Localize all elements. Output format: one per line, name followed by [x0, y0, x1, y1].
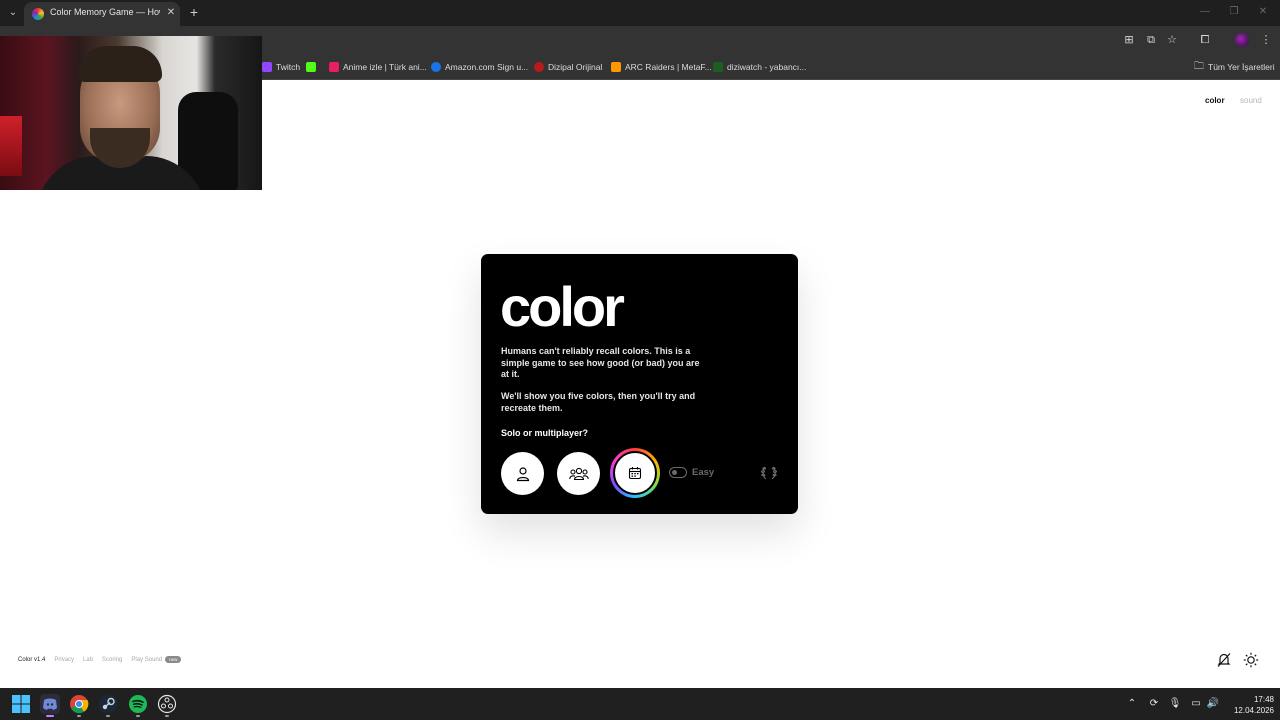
running-indicator	[106, 715, 110, 717]
bookmark-item[interactable]: diziwatch - yabancı...	[713, 60, 806, 74]
version-label: Color v1.4	[18, 656, 46, 663]
amazon-icon	[431, 62, 441, 72]
color-link[interactable]: color	[1205, 96, 1225, 105]
bookmark-item[interactable]: Twitch	[262, 60, 300, 74]
close-window-icon[interactable]: ✕	[1256, 4, 1270, 20]
running-indicator	[136, 715, 140, 717]
bookmark-label: Twitch	[276, 62, 301, 72]
tab-title: Color Memory Game — How W	[50, 7, 160, 17]
easy-mode-label: Easy	[692, 467, 715, 478]
new-tab-icon[interactable]: +	[186, 3, 202, 21]
daily-challenge-inner	[613, 451, 657, 495]
network-icon[interactable]: ▭	[1189, 697, 1203, 711]
game-title: color	[500, 275, 625, 338]
lab-link[interactable]: Lab	[83, 657, 93, 663]
new-badge: new	[165, 656, 182, 663]
clock-time: 17:48	[1253, 695, 1274, 704]
active-app-indicator	[46, 715, 54, 717]
users-group-icon	[568, 467, 589, 480]
steam-icon[interactable]	[98, 694, 118, 714]
running-indicator	[77, 715, 81, 717]
dizipal-icon	[534, 62, 544, 72]
solo-mode-button[interactable]	[501, 452, 544, 495]
bookmark-label: ARC Raiders | MetaF...	[625, 62, 712, 72]
arc-raiders-icon	[611, 62, 621, 72]
bookmark-label: Anime izle | Türk ani...	[343, 62, 427, 72]
obs-icon[interactable]	[157, 694, 177, 714]
webcam-overlay	[0, 36, 262, 190]
calendar-icon	[628, 467, 642, 480]
windows-taskbar: ⌃ ⟳ 🎙 ▭ 🔊 17:48 12.04.2026	[0, 688, 1280, 720]
system-clock[interactable]: 17:48 12.04.2026	[1224, 694, 1274, 716]
anime-site-icon	[329, 62, 339, 72]
bookmark-item[interactable]: ARC Raiders | MetaF...	[611, 60, 712, 74]
bookmark-item[interactable]: Anime izle | Türk ani...	[329, 60, 427, 74]
translate-icon[interactable]: ⊞	[1121, 32, 1137, 48]
bookmark-star-icon[interactable]: ☆	[1164, 32, 1180, 48]
bookmark-item[interactable]	[306, 60, 316, 74]
bookmark-label: Amazon.com Sign u...	[445, 62, 529, 72]
multiplayer-mode-button[interactable]	[557, 452, 600, 495]
sound-link[interactable]: sound	[1240, 96, 1262, 105]
bookmark-item[interactable]: Amazon.com Sign u...	[431, 60, 528, 74]
color-favicon-icon	[32, 8, 44, 20]
maximize-icon[interactable]: ❐	[1227, 4, 1241, 20]
game-intro-card: color Humans can't reliably recall color…	[481, 254, 798, 514]
toggle-knob	[672, 469, 677, 475]
extensions-icon[interactable]: ⧠	[1197, 32, 1213, 48]
intro-paragraph: Humans can't reliably recall colors. Thi…	[501, 346, 700, 379]
chrome-icon[interactable]	[69, 694, 89, 714]
play-sound-link[interactable]: Play Sound new	[131, 656, 182, 663]
easy-mode-toggle[interactable]	[669, 467, 687, 478]
laurel-leaderboard-icon[interactable]	[760, 464, 778, 482]
daily-challenge-button[interactable]	[610, 448, 660, 498]
clock-date: 12.04.2026	[1233, 706, 1274, 715]
twitch-icon	[262, 62, 272, 72]
red-object	[0, 116, 22, 176]
bookmark-label: Dizipal Orijinal	[548, 62, 603, 72]
scoring-link[interactable]: Scoring	[102, 657, 122, 663]
tab-search-chevron-icon[interactable]: ⌄	[4, 4, 22, 22]
microphone-icon[interactable]: 🎙	[1168, 697, 1182, 711]
sound-off-icon[interactable]	[1216, 652, 1232, 668]
spotify-icon[interactable]	[128, 694, 148, 714]
folder-icon: 🗀	[1194, 60, 1204, 72]
minimize-icon[interactable]: —	[1198, 4, 1212, 20]
menu-kebab-icon[interactable]: ⋮	[1258, 32, 1274, 48]
bookmark-item[interactable]: Dizipal Orijinal	[534, 60, 602, 74]
streamer-hair	[78, 46, 162, 82]
user-icon	[516, 466, 529, 481]
rules-paragraph: We'll show you five colors, then you'll …	[501, 391, 696, 413]
play-sound-label: Play Sound	[131, 656, 163, 663]
tab-close-icon[interactable]: ✕	[164, 6, 178, 20]
volume-icon[interactable]: 🔊	[1206, 697, 1220, 711]
running-indicator	[165, 715, 169, 717]
sync-icon[interactable]: ⟳	[1147, 697, 1161, 711]
browser-tab-active[interactable]: Color Memory Game — How W ✕	[24, 2, 180, 26]
cast-icon[interactable]: ⧉	[1143, 32, 1159, 48]
browser-tabstrip: ⌄ Color Memory Game — How W ✕ + — ❐ ✕	[0, 0, 1280, 26]
discord-icon[interactable]	[40, 694, 60, 714]
profile-avatar-icon[interactable]	[1235, 33, 1249, 47]
all-bookmarks-folder[interactable]: 🗀 Tüm Yer İşaretleri	[1194, 60, 1275, 74]
diziwatch-icon	[713, 62, 723, 72]
kick-icon	[306, 62, 316, 72]
bookmarks-folder-label: Tüm Yer İşaretleri	[1208, 62, 1275, 72]
page-footer: Color v1.4 Privacy Lab Scoring Play Soun…	[18, 656, 182, 663]
privacy-link[interactable]: Privacy	[54, 657, 74, 663]
tray-chevron-up-icon[interactable]: ⌃	[1125, 697, 1139, 711]
mode-question: Solo or multiplayer?	[501, 428, 589, 438]
windows-start-icon[interactable]	[11, 694, 31, 714]
bookmark-label: diziwatch - yabancı...	[727, 62, 807, 72]
theme-sun-icon[interactable]	[1243, 652, 1259, 668]
